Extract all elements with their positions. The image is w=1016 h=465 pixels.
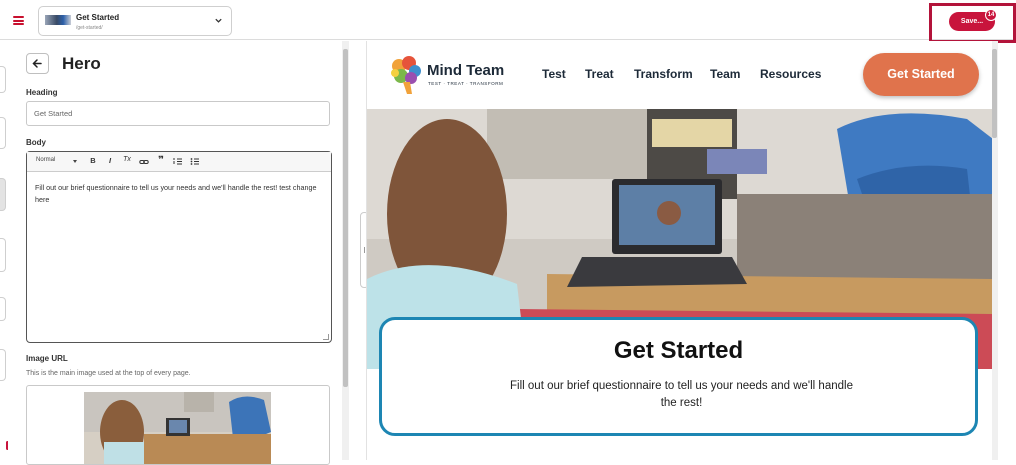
site-preview: Mind Team TEST · TREAT · TRANSFORM Test … — [366, 41, 992, 460]
rail-tab[interactable] — [0, 66, 6, 93]
editor-panel: Hero Heading Body Normal B I Tx ❞ Fill o… — [8, 41, 350, 465]
body-label: Body — [26, 138, 46, 147]
hero-card: Get Started Fill out our brief questionn… — [379, 317, 978, 436]
panel-title: Hero — [62, 54, 101, 73]
rail-tab[interactable] — [0, 238, 6, 272]
image-preview-box[interactable] — [26, 385, 330, 465]
image-url-label: Image URL — [26, 354, 68, 363]
format-select[interactable]: Normal — [36, 157, 55, 163]
preview-scrollbar-thumb[interactable] — [992, 49, 997, 138]
image-url-help: This is the main image used at the top o… — [26, 370, 191, 377]
rail-tab[interactable] — [0, 117, 6, 149]
format-caret-icon — [73, 160, 77, 163]
logo-name: Mind Team — [427, 62, 505, 79]
hero-title: Get Started — [613, 337, 744, 364]
clear-format-button[interactable]: Tx — [121, 156, 133, 163]
nav-link-test[interactable]: Test — [542, 67, 566, 81]
body-rich-text-editor[interactable]: Normal B I Tx ❞ Fill out our brief quest… — [26, 151, 332, 343]
page-selector-slug: /get-started/ — [76, 25, 103, 31]
rail-tab[interactable] — [0, 297, 6, 321]
resize-handle[interactable] — [323, 334, 329, 340]
bullet-list-icon[interactable] — [189, 157, 201, 166]
ordered-list-icon[interactable] — [172, 157, 184, 166]
rail-tab[interactable] — [0, 349, 6, 381]
brain-logo-icon — [391, 56, 421, 94]
editor-scrollbar[interactable] — [342, 41, 349, 460]
italic-button[interactable]: I — [104, 156, 116, 165]
rail-tab-active[interactable] — [0, 178, 6, 211]
unsaved-count-badge: 14 — [985, 9, 997, 21]
nav-link-treat[interactable]: Treat — [585, 67, 614, 81]
get-started-cta-button[interactable]: Get Started — [863, 53, 979, 96]
site-navbar: Mind Team TEST · TREAT · TRANSFORM Test … — [367, 41, 992, 109]
link-icon[interactable] — [138, 158, 150, 166]
hero-body-text: Fill out our brief questionnaire to tell… — [510, 380, 853, 409]
editor-scrollbar-thumb[interactable] — [343, 49, 348, 387]
bold-button[interactable]: B — [87, 156, 99, 165]
page-thumbnail — [45, 15, 71, 25]
heading-label: Heading — [26, 88, 58, 97]
top-bar: Get Started /get-started/ Save... 14 — [0, 0, 1016, 43]
rte-toolbar: Normal B I Tx ❞ — [27, 152, 331, 172]
page-selector-title: Get Started — [76, 13, 120, 22]
blockquote-icon[interactable]: ❞ — [155, 155, 167, 166]
back-button[interactable] — [26, 53, 49, 74]
preview-scrollbar[interactable] — [991, 41, 998, 460]
left-rail — [0, 41, 8, 460]
hamburger-icon[interactable] — [13, 16, 24, 25]
page-selector[interactable]: Get Started /get-started/ — [38, 6, 232, 36]
chevron-down-icon[interactable] — [214, 16, 223, 25]
arrow-left-icon — [32, 59, 42, 68]
nav-link-team[interactable]: Team — [710, 67, 740, 81]
logo-tagline: TEST · TREAT · TRANSFORM — [428, 81, 504, 86]
heading-input[interactable] — [26, 101, 330, 126]
nav-link-transform[interactable]: Transform — [634, 67, 693, 81]
nav-link-resources[interactable]: Resources — [760, 67, 821, 81]
hero-image-thumbnail — [84, 392, 271, 464]
rte-content[interactable]: Fill out our brief questionnaire to tell… — [35, 182, 325, 206]
